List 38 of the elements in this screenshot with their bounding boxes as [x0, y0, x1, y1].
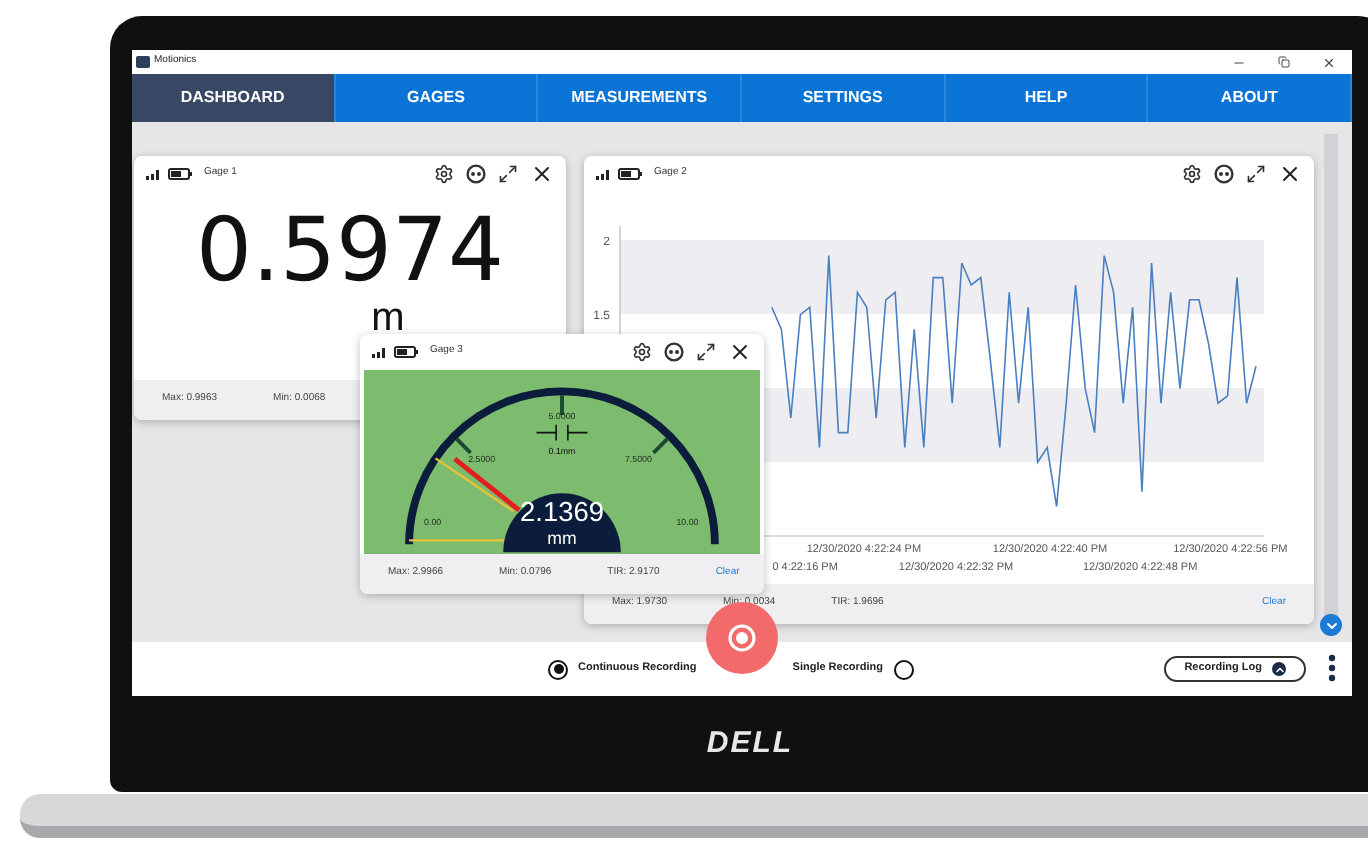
- chevron-up-icon: [1272, 662, 1286, 676]
- expand-icon[interactable]: [498, 164, 518, 184]
- close-icon[interactable]: [1322, 55, 1336, 69]
- battery-icon: [394, 346, 418, 358]
- settings-icon[interactable]: [434, 164, 454, 184]
- expand-icon[interactable]: [1246, 164, 1266, 184]
- battery-icon: [618, 168, 642, 180]
- app-logo-icon: [136, 56, 150, 68]
- nav-tab[interactable]: HELP: [945, 74, 1149, 122]
- more-options-icon[interactable]: [1328, 654, 1336, 682]
- settings-icon[interactable]: [632, 342, 652, 362]
- close-icon[interactable]: [530, 162, 554, 186]
- battery-icon: [168, 168, 192, 180]
- restore-icon[interactable]: [1278, 56, 1290, 68]
- signal-icon: [372, 347, 386, 357]
- reading-value: 0.5974: [196, 208, 504, 296]
- expand-icon[interactable]: [696, 342, 716, 362]
- record-icon: [728, 624, 756, 652]
- zero-icon[interactable]: [664, 342, 684, 362]
- zero-icon[interactable]: [466, 164, 486, 184]
- close-icon[interactable]: [728, 340, 752, 364]
- signal-icon: [146, 169, 160, 179]
- zero-icon[interactable]: [1214, 164, 1234, 184]
- radio-button[interactable]: [548, 659, 568, 679]
- radio-button[interactable]: [893, 659, 914, 679]
- close-icon[interactable]: [1278, 162, 1302, 186]
- settings-icon[interactable]: [1182, 164, 1202, 184]
- reading-background: [503, 493, 621, 553]
- unit-text: m: [371, 298, 405, 338]
- signal-icon: [596, 169, 610, 179]
- brand-logo: DELL: [706, 723, 794, 764]
- chevron-down-icon: [1323, 617, 1339, 633]
- nav-tab[interactable]: GAGES: [335, 74, 539, 122]
- unit-text: mm: [547, 528, 577, 549]
- reading-value: 2.1369: [520, 496, 604, 527]
- scroll-down-button[interactable]: [1320, 614, 1342, 636]
- tolerance-arrows-icon: [535, 423, 589, 442]
- nav-tab[interactable]: DASHBOARD: [132, 74, 336, 122]
